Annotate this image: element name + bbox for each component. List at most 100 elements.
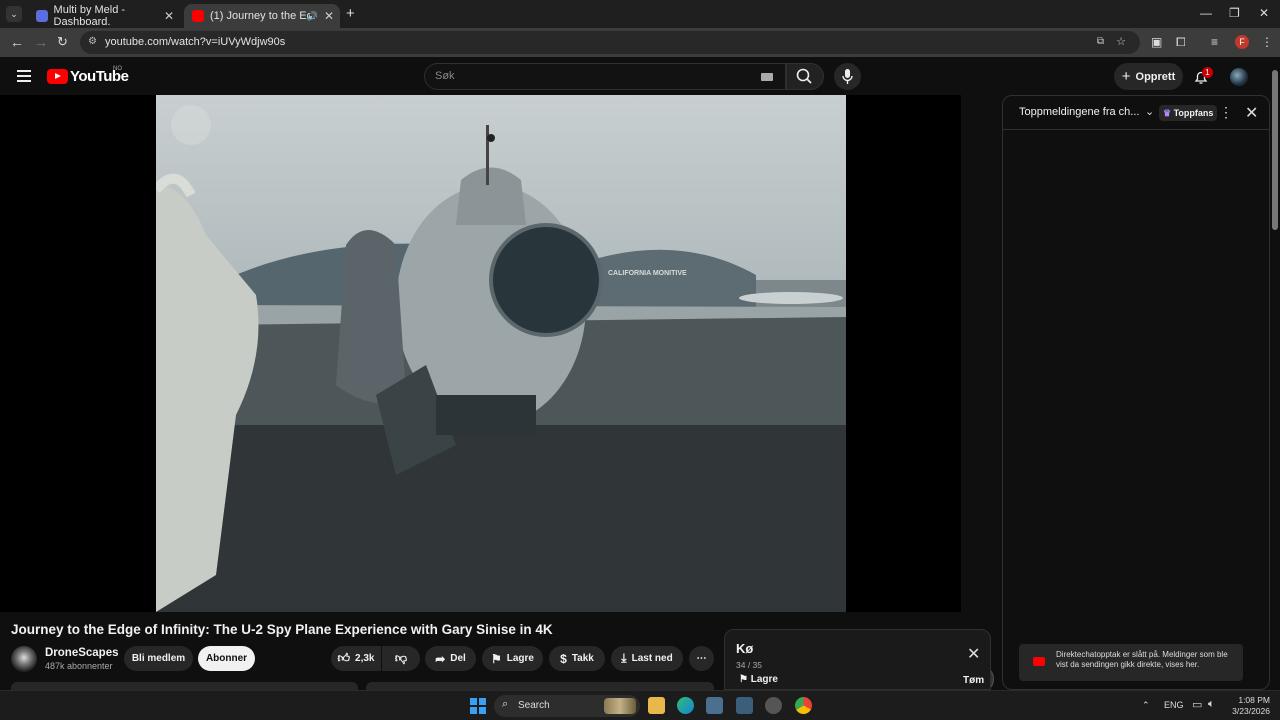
voice-search-button[interactable] <box>834 63 861 90</box>
video-player[interactable]: CALIFORNIA MONITIVE <box>0 95 994 693</box>
dislike-button[interactable]: 👎︎ <box>382 646 420 671</box>
new-tab-button[interactable]: + <box>346 5 355 22</box>
like-button[interactable]: 👍︎ 2,3k <box>331 646 381 671</box>
language-indicator[interactable]: ENG <box>1164 700 1184 710</box>
tab-meld-dashboard[interactable]: Multi by Meld - Dashboard. ✕ <box>28 4 180 28</box>
subscribe-button[interactable]: Abonner <box>198 646 255 671</box>
youtube-favicon-icon <box>192 10 204 22</box>
window-close-icon[interactable]: ✕ <box>1259 6 1269 20</box>
download-icon: ⤓ <box>621 651 627 665</box>
browser-tab-strip: ⌄ Multi by Meld - Dashboard. ✕ (1) Journ… <box>0 0 1280 28</box>
site-info-icon[interactable]: ⚙ <box>88 36 97 47</box>
more-options-icon[interactable]: ⋮ <box>1219 104 1233 121</box>
restore-icon[interactable]: ❐ <box>1229 6 1240 20</box>
save-button[interactable]: ⚑ Lagre <box>482 646 543 671</box>
tab-search-button[interactable]: ⌄ <box>6 6 22 22</box>
queue-count: 34 / 35 <box>736 660 762 670</box>
thanks-label: Takk <box>571 653 594 664</box>
chrome-icon[interactable] <box>795 697 812 714</box>
tab-youtube-video[interactable]: (1) Journey to the Edge of I 🔊 ✕ <box>184 4 340 28</box>
forward-arrow-icon[interactable]: → <box>34 34 48 50</box>
volume-icon[interactable]: 🔈︎ <box>1208 698 1215 711</box>
search-highlight-image <box>604 698 636 714</box>
channel-name[interactable]: DroneScapes <box>45 647 119 659</box>
url-text[interactable]: youtube.com/watch?v=iUVyWdjw90s <box>105 36 285 48</box>
file-explorer-icon[interactable] <box>648 697 665 714</box>
share-button[interactable]: ➦ Del <box>425 646 476 671</box>
queue-save-button[interactable]: ⚑ Lagre <box>739 674 778 685</box>
taskbar-search[interactable]: ⌕ Search <box>494 695 640 717</box>
browser-toolbar: ← → ↻ ⚙ youtube.com/watch?v=iUVyWdjw90s … <box>0 28 1280 57</box>
download-button[interactable]: ⤓ Last ned <box>611 646 683 671</box>
profile-avatar[interactable]: F <box>1235 35 1249 49</box>
extension-icon[interactable]: ▣ <box>1151 35 1162 49</box>
minimize-icon[interactable]: — <box>1200 6 1212 20</box>
close-queue-icon[interactable]: ✕ <box>967 644 980 664</box>
search-button[interactable] <box>786 63 824 90</box>
install-app-icon[interactable]: ⧉ <box>1097 36 1104 47</box>
chat-header: Toppmeldingene fra ch... ⌄ ♛ Toppfans ⋮ … <box>1003 96 1269 130</box>
video-frame[interactable]: CALIFORNIA MONITIVE <box>156 95 846 612</box>
extensions-puzzle-icon[interactable]: ⧠ <box>1176 35 1186 50</box>
share-label: Del <box>450 653 466 664</box>
page-scrollbar[interactable] <box>1271 60 1279 690</box>
edge-browser-icon[interactable] <box>677 697 694 714</box>
meld-favicon-icon <box>36 10 48 22</box>
back-arrow-icon[interactable]: ← <box>10 34 24 50</box>
video-still-u2-plane: CALIFORNIA MONITIVE <box>156 105 846 612</box>
address-bar[interactable]: ⚙ youtube.com/watch?v=iUVyWdjw90s ⧉ ☆ <box>80 31 1140 54</box>
keyboard-icon[interactable] <box>761 73 773 81</box>
bookmark-icon: ⚑ <box>739 674 748 685</box>
search-input[interactable]: Søk <box>424 63 786 90</box>
top-fans-badge[interactable]: ♛ Toppfans <box>1159 105 1218 121</box>
taskbar-search-label: Search <box>518 700 550 711</box>
channel-avatar[interactable] <box>11 646 37 672</box>
tray-overflow-icon[interactable]: ⌃ <box>1142 700 1150 711</box>
crown-icon: ♛ <box>1163 108 1172 118</box>
save-label: Lagre <box>506 653 534 664</box>
chat-notice-text: Direktechatopptak er slått på. Meldinger… <box>1056 650 1228 669</box>
chevron-down-icon[interactable]: ⌄ <box>1145 105 1154 118</box>
app-icon[interactable] <box>706 697 723 714</box>
network-icon[interactable]: ▭ <box>1192 698 1202 711</box>
account-avatar[interactable] <box>1230 68 1248 86</box>
steam-icon[interactable] <box>765 697 782 714</box>
youtube-logo[interactable]: YouTube NO <box>47 66 129 85</box>
menu-hamburger-icon[interactable] <box>17 70 31 82</box>
like-count: 2,3k <box>355 653 375 664</box>
youtube-play-icon <box>47 69 68 84</box>
close-chat-icon[interactable]: ✕ <box>1245 103 1258 123</box>
chat-replay-notice: Direktechatopptak er slått på. Meldinger… <box>1019 644 1243 681</box>
more-horizontal-icon: ⋯ <box>696 653 707 664</box>
thumbs-down-icon: 👎︎ <box>394 651 408 665</box>
taskbar-clock[interactable]: 1:08 PM 3/23/2026 <box>1228 695 1270 717</box>
windows-start-icon[interactable] <box>470 698 486 714</box>
queue-save-label: Lagre <box>750 674 778 685</box>
more-actions-button[interactable]: ⋯ <box>689 646 714 671</box>
chat-mode-title[interactable]: Toppmeldingene fra ch... <box>1019 106 1139 118</box>
youtube-small-icon <box>1033 657 1045 666</box>
reload-icon[interactable]: ↻ <box>57 34 68 50</box>
tab-title: (1) Journey to the Edge of I <box>210 10 310 22</box>
country-code: NO <box>113 66 122 72</box>
bookmark-star-icon[interactable]: ☆ <box>1116 35 1126 48</box>
join-button[interactable]: Bli medlem <box>124 646 193 671</box>
comments-box-edge <box>366 682 714 690</box>
close-tab-icon[interactable]: ✕ <box>324 9 334 23</box>
browser-menu-icon[interactable]: ⋮ <box>1261 35 1273 49</box>
tab-title: Multi by Meld - Dashboard. <box>53 4 126 28</box>
thanks-button[interactable]: $ Takk <box>549 646 605 671</box>
bookmark-icon: ⚑ <box>491 651 502 666</box>
audio-playing-icon[interactable]: 🔊 <box>307 11 318 22</box>
clock-date: 3/23/2026 <box>1232 706 1270 716</box>
close-tab-icon[interactable]: ✕ <box>164 9 174 23</box>
thumbs-up-icon: 👍︎ <box>337 651 351 665</box>
plane-app-icon[interactable] <box>736 697 753 714</box>
queue-clear-button[interactable]: Tøm <box>963 675 984 686</box>
youtube-header: YouTube NO Søk + Opprett 1 <box>0 57 1280 95</box>
description-box-edge <box>11 682 358 690</box>
create-button[interactable]: + Opprett <box>1114 63 1183 90</box>
download-label: Last ned <box>631 653 673 664</box>
reading-list-icon[interactable]: ≡ <box>1211 35 1218 49</box>
create-label: Opprett <box>1135 70 1176 83</box>
